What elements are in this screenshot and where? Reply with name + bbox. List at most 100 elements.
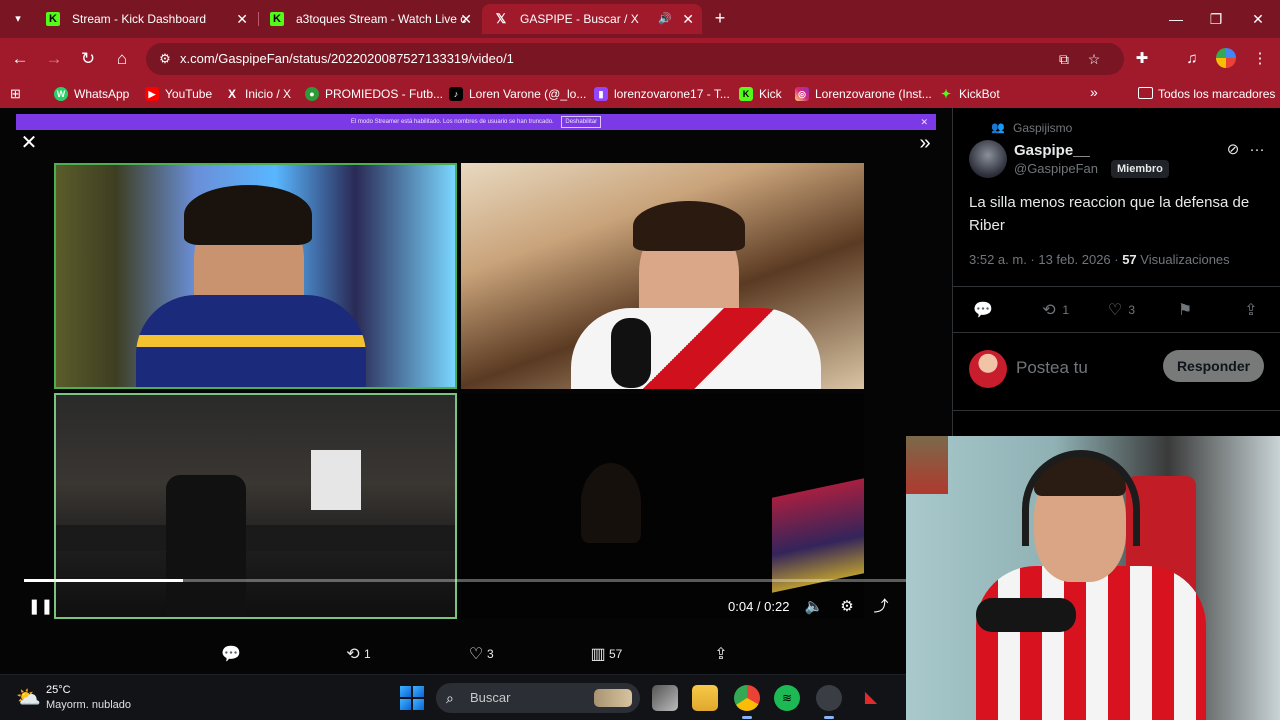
extensions-icon[interactable]: ✚: [1130, 47, 1154, 71]
red-app-icon[interactable]: ◣: [858, 685, 884, 711]
more-bookmarks-icon[interactable]: »: [1090, 84, 1098, 100]
share-button[interactable]: ⇪: [1241, 300, 1261, 321]
video-tile-river-fan: [461, 163, 864, 389]
browser-toolbar: ← → ↻ ⌂ ⚙ x.com/GaspipeFan/status/202202…: [0, 38, 1280, 80]
share-button[interactable]: ⇪: [710, 643, 732, 666]
app-icon[interactable]: [816, 685, 842, 719]
volume-icon[interactable]: 🔈: [803, 597, 825, 619]
close-icon[interactable]: ✕: [18, 132, 40, 154]
weather-temperature[interactable]: 25°C: [46, 684, 71, 697]
install-app-icon[interactable]: ⧉: [1054, 49, 1074, 69]
twitch-icon: ▮: [594, 87, 608, 101]
weather-description[interactable]: Mayorm. nublado: [46, 699, 131, 712]
reply-submit-button[interactable]: Responder: [1163, 350, 1264, 382]
display-name[interactable]: Gaspipe__: [1014, 142, 1090, 159]
spotify-icon[interactable]: ≋: [774, 685, 800, 711]
avatar[interactable]: [969, 140, 1007, 178]
community-name: Gaspijismo: [1013, 121, 1073, 135]
microphone: [976, 598, 1076, 632]
bookmark-youtube[interactable]: ▶ YouTube: [145, 84, 212, 104]
repost-button[interactable]: ⟲ 1: [342, 643, 371, 666]
bookmark-promiedos[interactable]: ● PROMIEDOS - Futb...: [305, 84, 443, 104]
close-window-button[interactable]: ✕: [1238, 4, 1278, 34]
speaker-icon[interactable]: 🔊: [658, 4, 672, 34]
close-tab-icon[interactable]: ✕: [460, 4, 472, 34]
pause-icon[interactable]: ❚❚: [28, 597, 53, 617]
close-tab-icon[interactable]: ✕: [236, 4, 248, 34]
tv-screen: [772, 478, 864, 593]
bookmark-instagram[interactable]: ◎ Lorenzovarone (Inst...: [795, 84, 932, 104]
repost-button[interactable]: ⟲ 1: [1039, 300, 1069, 321]
all-bookmarks-folder[interactable]: Todos los marcadores: [1138, 84, 1275, 104]
expand-sidebar-icon[interactable]: »: [914, 132, 936, 154]
bookmark-button[interactable]: ⚑: [1175, 300, 1195, 321]
views-button[interactable]: ▥ 57: [587, 643, 622, 666]
bookmark-whatsapp[interactable]: W WhatsApp: [54, 84, 129, 104]
forward-button[interactable]: →: [40, 46, 68, 72]
chrome-icon[interactable]: [734, 685, 760, 719]
youtube-icon: ▶: [145, 87, 159, 101]
restore-button[interactable]: ❐: [1196, 4, 1236, 34]
tab-strip: ▾ K Stream - Kick Dashboard ✕ K a3toques…: [0, 0, 1280, 38]
reply-input[interactable]: Postea tu: [1016, 358, 1088, 378]
instagram-icon: ◎: [795, 87, 809, 101]
file-explorer-icon[interactable]: [692, 685, 718, 711]
bookmark-tiktok[interactable]: ♪ Loren Varone (@_lo...: [449, 84, 586, 104]
video-progress-bar[interactable]: [24, 579, 906, 582]
banner-text: El modo Streamer está habilitado. Los no…: [350, 119, 554, 125]
task-view-icon[interactable]: [652, 685, 678, 711]
x-icon: 𝕏: [495, 11, 507, 26]
user-handle[interactable]: @GaspipeFan: [1014, 161, 1098, 176]
url-text[interactable]: x.com/GaspipeFan/status/2022020087527133…: [180, 43, 514, 75]
tiktok-icon: ♪: [449, 87, 463, 101]
close-icon[interactable]: ✕: [920, 114, 928, 130]
profile-avatar[interactable]: [1216, 48, 1236, 68]
tab-kick-dashboard[interactable]: K Stream - Kick Dashboard ✕: [34, 4, 256, 34]
reply-button[interactable]: 💬: [220, 643, 242, 666]
bookmark-inicio-x[interactable]: X Inicio / X: [225, 84, 291, 104]
reply-button[interactable]: 💬: [973, 300, 993, 321]
bookmark-label: Kick: [759, 87, 782, 101]
reload-button[interactable]: ↻: [74, 46, 102, 72]
tab-a3toques-stream[interactable]: K a3toques Stream - Watch Live c ✕: [258, 4, 480, 34]
like-button[interactable]: ♡ 3: [465, 643, 494, 666]
apps-grid-icon[interactable]: ⊞: [10, 86, 26, 102]
community-label[interactable]: 👥 Gaspijismo: [991, 121, 1072, 135]
tweet-timestamp[interactable]: 3:52 a. m. · 13 feb. 2026 ·: [969, 252, 1122, 267]
windows-start-icon[interactable]: [400, 686, 424, 710]
media-actions-bar: 💬 ⟲ 1 ♡ 3 ▥ 57 ⇪: [0, 639, 952, 674]
like-button[interactable]: ♡ 3: [1105, 300, 1135, 321]
home-button[interactable]: ⌂: [108, 46, 136, 72]
tab-gaspipe-search[interactable]: 𝕏 GASPIPE - Buscar / X 🔊 ✕: [482, 4, 702, 34]
disable-streamer-mode-button[interactable]: Deshabilitar: [561, 116, 602, 128]
weather-cloud-icon[interactable]: ⛅: [16, 685, 41, 710]
back-button[interactable]: ←: [6, 46, 34, 72]
settings-gear-icon[interactable]: ⚙: [836, 597, 858, 619]
new-tab-button[interactable]: +: [708, 6, 732, 30]
person: [581, 463, 641, 543]
close-tab-icon[interactable]: ✕: [682, 4, 694, 34]
taskbar-search[interactable]: ⌕ Buscar: [436, 683, 640, 713]
hair: [633, 201, 745, 251]
tab-search-button[interactable]: ▾: [6, 8, 30, 30]
tweet-views-count: 57: [1122, 252, 1137, 267]
bookmark-twitch[interactable]: ▮ lorenzovarone17 - T...: [594, 84, 730, 104]
media-controls-icon[interactable]: ♫: [1180, 47, 1204, 71]
bookmark-label: KickBot: [959, 87, 1000, 101]
bookmark-kickbot[interactable]: ✦ KickBot: [939, 84, 1000, 104]
boca-jersey: [136, 295, 366, 387]
bookmark-kick[interactable]: K Kick: [739, 84, 782, 104]
grok-icon[interactable]: ⊘: [1223, 140, 1243, 160]
more-options-icon[interactable]: ···: [1247, 140, 1267, 160]
menu-icon[interactable]: ⋮: [1248, 47, 1272, 71]
address-bar[interactable]: ⚙ x.com/GaspipeFan/status/20220200875271…: [146, 43, 1124, 75]
kickbot-icon: ✦: [940, 87, 952, 101]
video-tile-empty-room: [54, 393, 457, 619]
minimize-button[interactable]: —: [1156, 4, 1196, 34]
promiedos-icon: ●: [305, 87, 319, 101]
site-info-icon[interactable]: ⚙: [156, 50, 174, 68]
pip-icon[interactable]: ⤴: [870, 597, 892, 619]
hair: [184, 185, 312, 245]
bookmark-star-icon[interactable]: ☆: [1084, 49, 1104, 69]
repost-count: 1: [364, 647, 371, 661]
